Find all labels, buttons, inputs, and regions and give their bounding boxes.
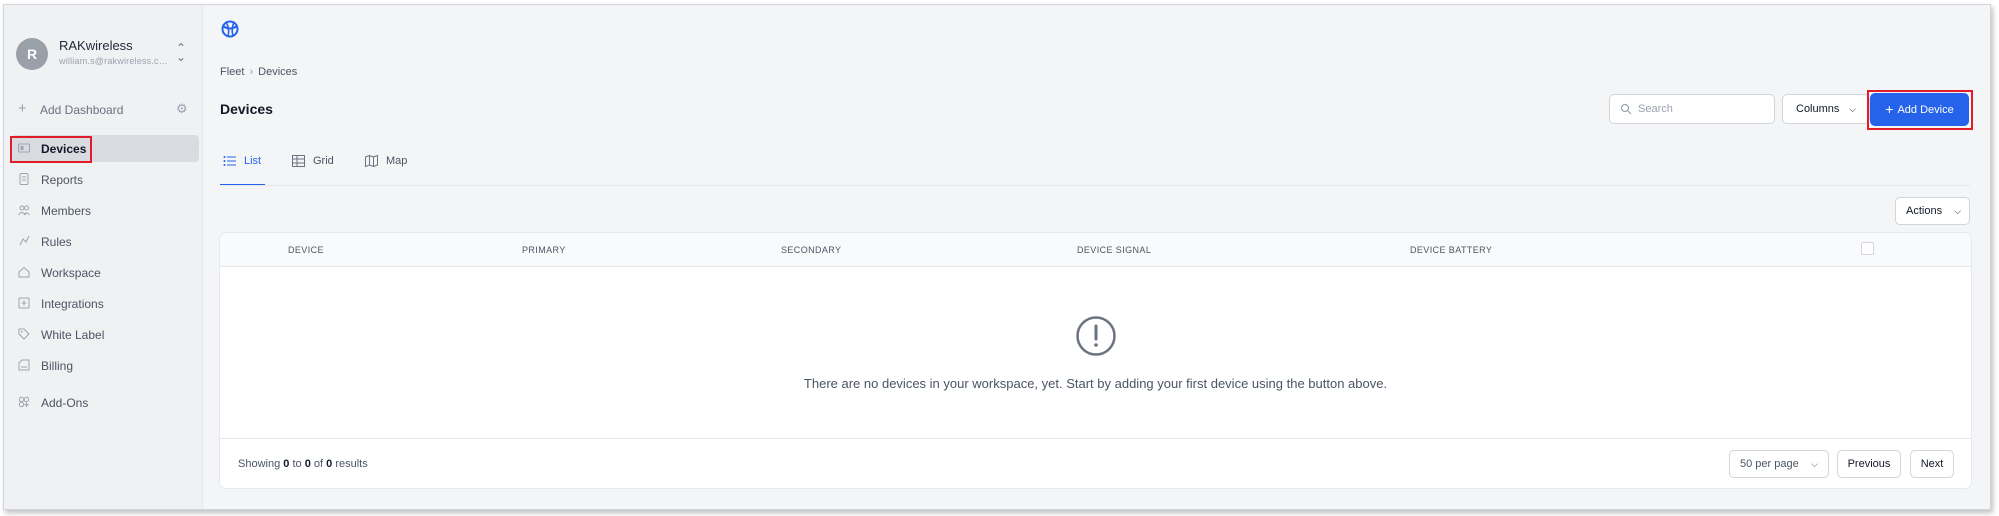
sidebar-item-workspace[interactable]: Workspace: [12, 259, 199, 286]
workspace-name: RAKwireless: [59, 38, 133, 53]
chevron-down-icon: ⌵: [1811, 459, 1818, 469]
tab-grid[interactable]: Grid: [289, 150, 339, 186]
tag-icon: [18, 328, 30, 340]
chevron-down-icon: ⌵: [1849, 104, 1856, 114]
tab-map[interactable]: Map: [362, 150, 412, 186]
previous-button[interactable]: Previous: [1837, 450, 1901, 478]
chevron-right-icon: ›: [249, 66, 254, 78]
avatar: R: [16, 38, 48, 70]
devices-highlight-box: [10, 136, 92, 163]
workspace-icon: [18, 266, 30, 278]
search-box[interactable]: [1609, 94, 1775, 124]
chevron-updown-icon: ⌃ ⌄: [176, 41, 187, 64]
sidebar-item-rules[interactable]: Rules: [12, 228, 199, 255]
workspace-email: william.s@rakwireless.com: [59, 56, 169, 66]
table-header: DEVICE PRIMARY SECONDARY DEVICE SIGNAL D…: [220, 233, 1971, 267]
rules-icon: [19, 235, 30, 246]
sidebar-item-label: Add-Ons: [41, 396, 89, 410]
tab-label: Grid: [313, 155, 334, 167]
sidebar-item-reports[interactable]: Reports: [12, 166, 199, 193]
columns-label: Columns: [1796, 103, 1840, 115]
sidebar: R RAKwireless william.s@rakwireless.com …: [4, 5, 203, 509]
column-header-device-battery[interactable]: DEVICE BATTERY: [1410, 245, 1492, 255]
chevron-down-icon: ⌵: [1954, 206, 1961, 216]
sidebar-item-integrations[interactable]: Integrations: [12, 290, 199, 317]
add-dashboard-label: Add Dashboard: [40, 103, 124, 117]
of-word: of: [313, 458, 324, 470]
results-summary: Showing 0 to 0 of 0 results: [238, 458, 368, 470]
report-icon: [19, 173, 29, 185]
sidebar-item-label: Rules: [41, 235, 72, 249]
breadcrumb-fleet[interactable]: Fleet: [220, 66, 244, 78]
actions-label: Actions: [1906, 205, 1943, 217]
select-all-checkbox[interactable]: [1861, 242, 1874, 255]
results-word: results: [335, 458, 368, 470]
empty-state-message: There are no devices in your workspace, …: [803, 376, 1388, 391]
sidebar-item-billing[interactable]: Billing: [12, 352, 199, 379]
add-dashboard-button[interactable]: + Add Dashboard ⚙: [16, 101, 191, 121]
members-icon: [18, 205, 30, 216]
tab-list[interactable]: List: [220, 150, 265, 186]
per-page-select[interactable]: 50 per page ⌵: [1729, 450, 1829, 478]
tab-label: List: [244, 155, 262, 167]
plus-icon: +: [18, 100, 27, 117]
sidebar-item-label: Billing: [41, 359, 74, 373]
addons-icon: [18, 396, 30, 408]
list-icon: [223, 156, 236, 166]
columns-button[interactable]: Columns ⌵: [1782, 94, 1870, 124]
column-header-primary[interactable]: PRIMARY: [522, 245, 566, 255]
sidebar-item-label: Members: [41, 204, 92, 218]
sidebar-item-label: Workspace: [41, 266, 101, 280]
workspace-switcher[interactable]: R RAKwireless william.s@rakwireless.com …: [16, 34, 196, 74]
results-total: 0: [326, 458, 333, 470]
sidebar-item-members[interactable]: Members: [12, 197, 199, 224]
add-device-highlight-box: [1867, 90, 1973, 130]
column-header-device-signal[interactable]: DEVICE SIGNAL: [1077, 245, 1151, 255]
devices-table: DEVICE PRIMARY SECONDARY DEVICE SIGNAL D…: [220, 233, 1971, 488]
sidebar-item-label: Reports: [41, 173, 84, 187]
search-icon: [1620, 103, 1632, 115]
sidebar-item-label: Integrations: [41, 297, 104, 311]
brand-logo: [221, 20, 239, 38]
main-content: Fleet›Devices Devices Columns ⌵ +Add Dev…: [204, 5, 1990, 509]
integrations-icon: [18, 297, 30, 309]
results-to: 0: [304, 458, 311, 470]
billing-icon: [18, 359, 30, 371]
breadcrumb-current: Devices: [258, 66, 298, 78]
gear-icon[interactable]: ⚙: [176, 101, 188, 117]
sidebar-item-white-label[interactable]: White Label: [12, 321, 199, 348]
per-page-value: 50 per page: [1740, 458, 1799, 470]
tabs-divider: [220, 185, 1970, 186]
actions-button[interactable]: Actions ⌵: [1895, 197, 1970, 225]
breadcrumb: Fleet › Devices: [220, 66, 297, 78]
table-footer: Showing 0 to 0 of 0 results 50 per page …: [220, 438, 1971, 488]
map-icon: [365, 155, 378, 167]
grid-icon: [292, 155, 305, 167]
next-button[interactable]: Next: [1910, 450, 1954, 478]
showing-prefix: Showing: [238, 458, 281, 470]
exclamation-circle-icon: [1076, 316, 1116, 356]
sidebar-item-add-ons[interactable]: Add-Ons: [12, 389, 199, 416]
page-title: Devices: [220, 101, 273, 117]
column-header-device[interactable]: DEVICE: [288, 245, 324, 255]
tab-label: Map: [386, 155, 408, 167]
to-word: to: [292, 458, 302, 470]
sidebar-item-label: White Label: [41, 328, 105, 342]
sidebar-nav: Devices Reports Members Rules Workspace …: [12, 135, 199, 420]
column-header-secondary[interactable]: SECONDARY: [781, 245, 841, 255]
search-input[interactable]: [1638, 101, 1768, 117]
results-from: 0: [283, 458, 290, 470]
app-window: R RAKwireless william.s@rakwireless.com …: [3, 4, 1991, 510]
